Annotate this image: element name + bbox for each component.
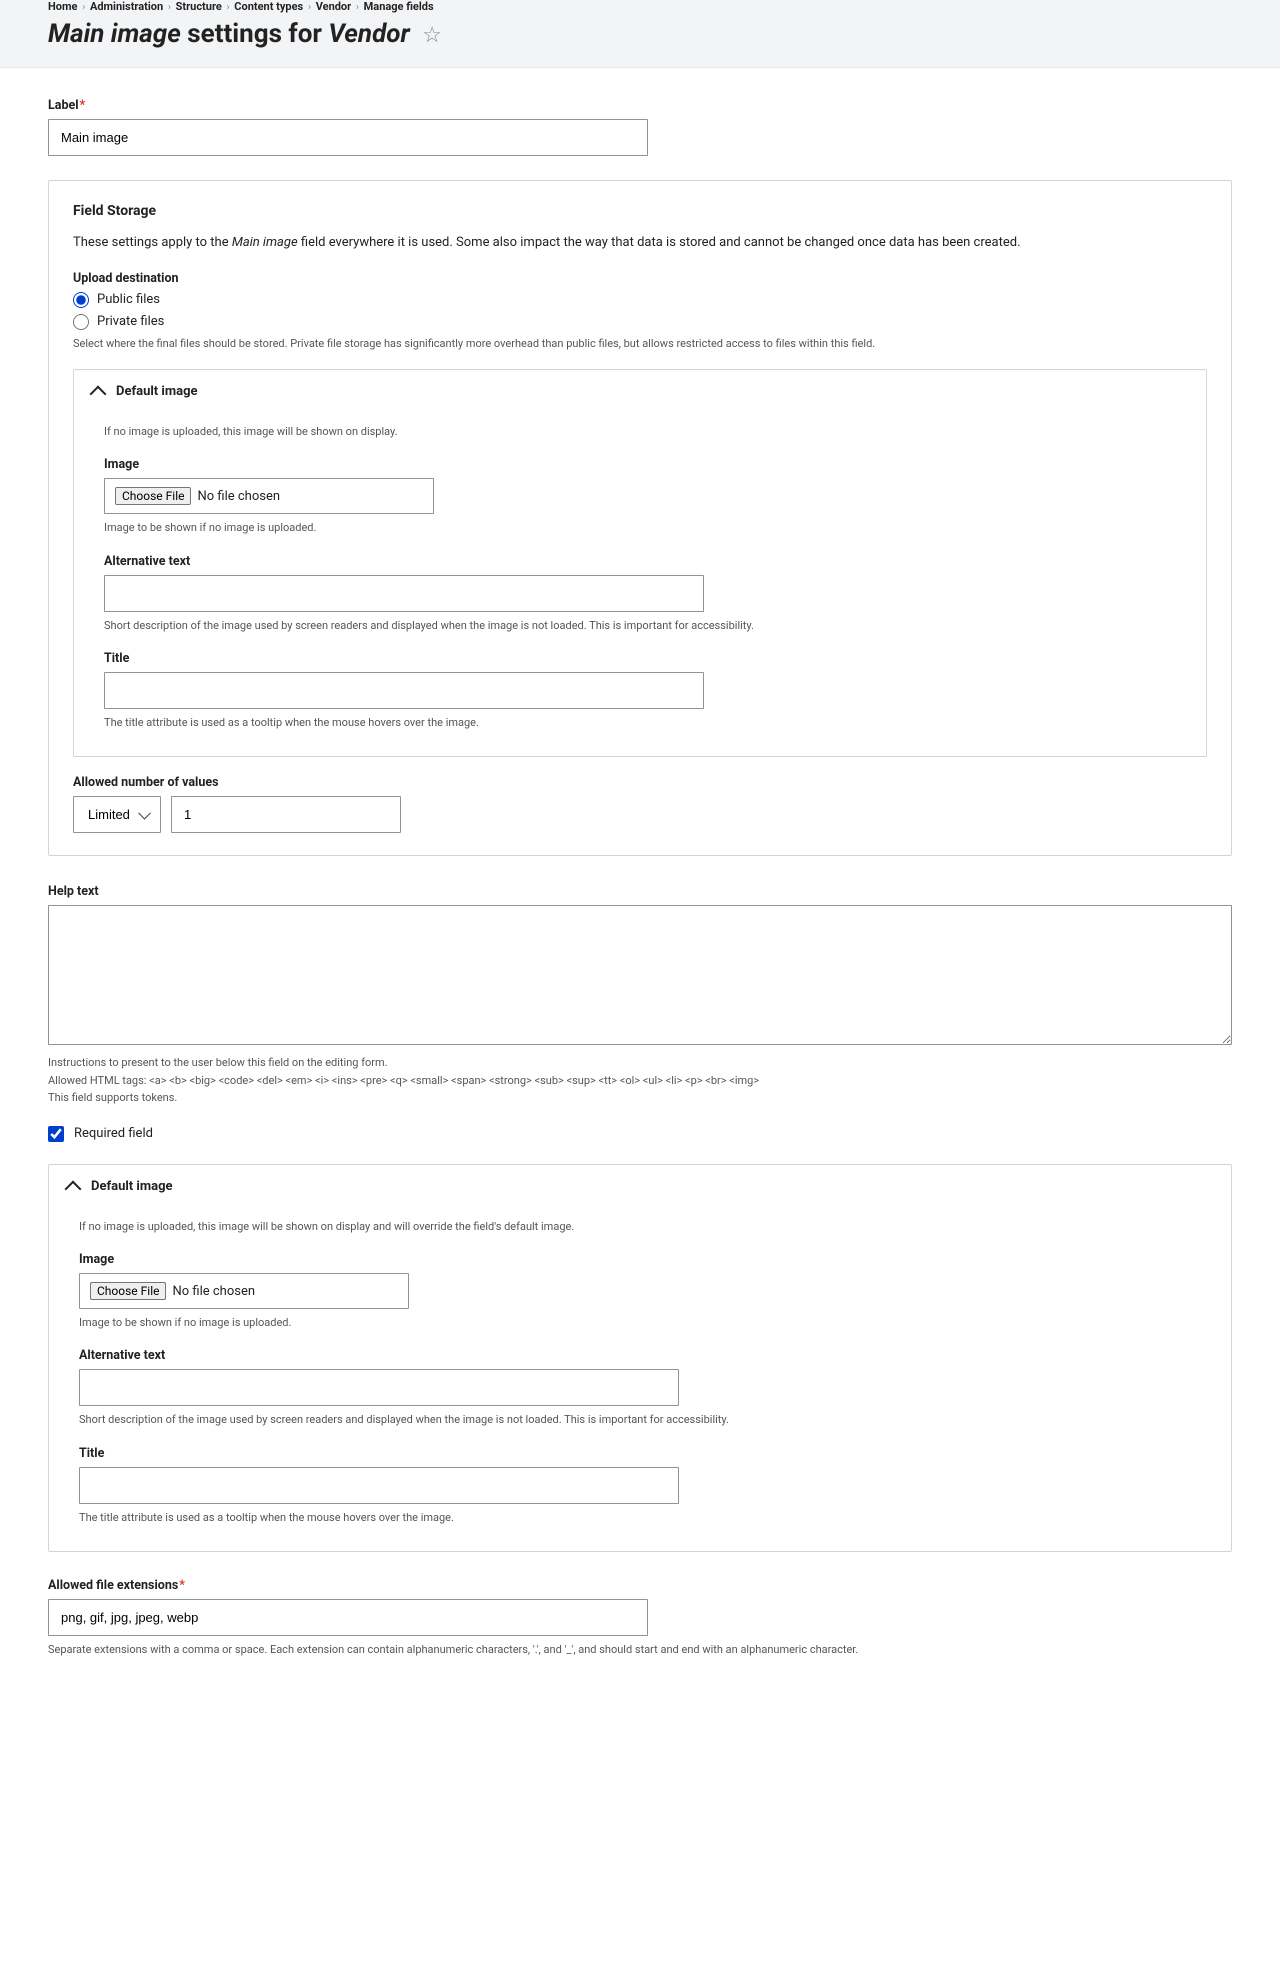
title-label-2: Title [79, 1446, 1201, 1461]
alt-text-label-2: Alternative text [79, 1348, 1201, 1363]
public-files-radio[interactable] [73, 292, 89, 308]
help-text-label: Help text [48, 884, 1232, 899]
label-field-label: Label* [48, 98, 1232, 113]
extensions-input[interactable] [48, 1599, 648, 1636]
chevron-right-icon: › [82, 2, 85, 13]
help-text-input[interactable] [48, 905, 1232, 1045]
image-file-input-2[interactable]: Choose File No file chosen [79, 1273, 409, 1309]
file-status-2: No file chosen [172, 1284, 255, 1299]
file-status: No file chosen [197, 489, 280, 504]
alt-text-label: Alternative text [104, 554, 1176, 569]
title-input-2[interactable] [79, 1467, 679, 1504]
help-text-desc3: This field supports tokens. [48, 1090, 1232, 1105]
extensions-label: Allowed file extensions* [48, 1578, 1232, 1593]
field-storage-title: Field Storage [73, 203, 1207, 219]
breadcrumb-item[interactable]: Administration [90, 0, 163, 13]
chevron-right-icon: › [227, 2, 230, 13]
upload-destination-label: Upload destination [73, 271, 1207, 286]
breadcrumb-item[interactable]: Structure [176, 0, 222, 13]
private-files-radio[interactable] [73, 314, 89, 330]
default-image-intro: If no image is uploaded, this image will… [104, 424, 1176, 439]
chevron-up-icon [65, 1180, 82, 1197]
breadcrumb-item[interactable]: Home [48, 0, 77, 13]
default-image-summary-2[interactable]: Default image [49, 1165, 1231, 1209]
image-file-input[interactable]: Choose File No file chosen [104, 478, 434, 514]
allowed-values-select[interactable]: Limited [73, 796, 161, 833]
choose-file-button-2[interactable]: Choose File [90, 1282, 166, 1300]
allowed-values-label: Allowed number of values [73, 775, 1207, 790]
default-image-storage-details: Default image If no image is uploaded, t… [73, 369, 1207, 758]
label-input[interactable] [48, 119, 648, 156]
default-image-summary[interactable]: Default image [74, 370, 1206, 414]
help-text-desc1: Instructions to present to the user belo… [48, 1055, 1232, 1070]
breadcrumb: Home › Administration › Structure › Cont… [48, 0, 1232, 19]
breadcrumb-item[interactable]: Manage fields [364, 0, 434, 13]
field-storage-desc: These settings apply to the Main image f… [73, 233, 1207, 253]
extensions-help: Separate extensions with a comma or spac… [48, 1642, 1232, 1657]
upload-destination-help: Select where the final files should be s… [73, 336, 1207, 351]
chevron-up-icon [90, 385, 107, 402]
public-files-label: Public files [97, 292, 160, 307]
title-help: The title attribute is used as a tooltip… [104, 715, 1176, 730]
breadcrumb-item[interactable]: Vendor [316, 0, 352, 13]
alt-text-help-2: Short description of the image used by s… [79, 1412, 1201, 1427]
title-input[interactable] [104, 672, 704, 709]
required-field-checkbox[interactable] [48, 1126, 64, 1142]
field-storage-section: Field Storage These settings apply to th… [48, 180, 1232, 856]
title-label: Title [104, 651, 1176, 666]
alt-text-help: Short description of the image used by s… [104, 618, 1176, 633]
title-help-2: The title attribute is used as a tooltip… [79, 1510, 1201, 1525]
image-help-2: Image to be shown if no image is uploade… [79, 1315, 1201, 1330]
breadcrumb-item[interactable]: Content types [234, 0, 303, 13]
required-field-label: Required field [74, 1126, 153, 1141]
alt-text-input-2[interactable] [79, 1369, 679, 1406]
image-label-2: Image [79, 1252, 1201, 1267]
image-label: Image [104, 457, 1176, 472]
default-image-intro-2: If no image is uploaded, this image will… [79, 1219, 1201, 1234]
default-image-instance-details: Default image If no image is uploaded, t… [48, 1164, 1232, 1553]
help-text-desc2: Allowed HTML tags: <a> <b> <big> <code> … [48, 1073, 1232, 1088]
image-help: Image to be shown if no image is uploade… [104, 520, 1176, 535]
chevron-right-icon: › [168, 2, 171, 13]
private-files-label: Private files [97, 314, 164, 329]
page-title: Main image settings for Vendor ☆ [48, 19, 1232, 49]
choose-file-button[interactable]: Choose File [115, 487, 191, 505]
alt-text-input[interactable] [104, 575, 704, 612]
chevron-right-icon: › [308, 2, 311, 13]
star-icon[interactable]: ☆ [422, 23, 442, 48]
allowed-values-number[interactable] [171, 796, 401, 833]
chevron-right-icon: › [356, 2, 359, 13]
